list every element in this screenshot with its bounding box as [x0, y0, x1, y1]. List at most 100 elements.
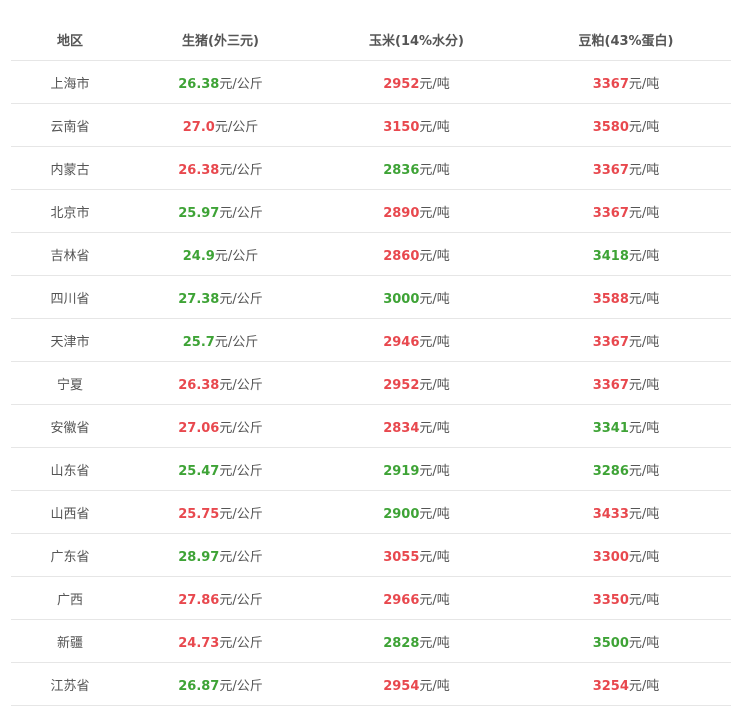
pig-price-cell: 25.97元/公斤: [129, 202, 312, 221]
corn-price-unit: 元/吨: [419, 76, 450, 92]
table-row: 广西 27.86元/公斤 2966元/吨 3350元/吨: [11, 577, 731, 620]
region-cell: 吉林省: [50, 248, 90, 264]
meal-price-value: 3367: [592, 377, 629, 393]
meal-price-unit: 元/吨: [628, 119, 660, 135]
corn-price-cell: 2828元/吨: [312, 632, 521, 651]
meal-price-unit: 元/吨: [628, 248, 660, 264]
pig-price-cell: 25.47元/公斤: [129, 460, 312, 479]
table-row: 天津市 25.7元/公斤 2946元/吨 3367元/吨: [11, 319, 731, 362]
table-row: 山西省 25.75元/公斤 2900元/吨 3433元/吨: [11, 491, 731, 534]
pig-price-cell: 26.38元/公斤: [129, 73, 312, 92]
corn-price-unit: 元/吨: [419, 162, 450, 178]
region-cell: 四川省: [50, 291, 90, 307]
corn-price-value: 2834: [383, 420, 420, 436]
pig-price-unit: 元/公斤: [219, 592, 263, 608]
meal-price-value: 3418: [592, 248, 629, 264]
meal-price-unit: 元/吨: [628, 678, 660, 694]
meal-price-unit: 元/吨: [628, 463, 660, 479]
pig-price-value: 26.38: [178, 377, 220, 393]
corn-price-cell: 3055元/吨: [312, 546, 521, 565]
region-cell: 天津市: [50, 334, 90, 350]
pig-price-cell: 27.38元/公斤: [129, 288, 312, 307]
meal-price-unit: 元/吨: [628, 162, 660, 178]
pig-price-unit: 元/公斤: [219, 463, 263, 479]
header-corn: 玉米(14%水分): [369, 33, 464, 49]
table-body: 上海市 26.38元/公斤 2952元/吨 3367元/吨 云南省 27.0元/公斤 315…: [11, 61, 731, 706]
pig-price-value: 27.86: [178, 592, 220, 608]
corn-price-cell: 2954元/吨: [312, 675, 521, 694]
corn-price-value: 2900: [383, 506, 420, 522]
pig-price-unit: 元/公斤: [219, 549, 263, 565]
pig-price-cell: 26.38元/公斤: [129, 374, 312, 393]
pig-price-cell: 25.7元/公斤: [129, 331, 312, 350]
pig-price-unit: 元/公斤: [214, 334, 259, 350]
pig-price-value: 28.97: [178, 549, 220, 565]
table-row: 新疆 24.73元/公斤 2828元/吨 3500元/吨: [11, 620, 731, 663]
meal-price-value: 3300: [592, 549, 629, 565]
pig-price-cell: 27.86元/公斤: [129, 589, 312, 608]
meal-price-unit: 元/吨: [628, 549, 660, 565]
region-cell: 内蒙古: [50, 162, 90, 178]
corn-price-value: 2890: [383, 205, 420, 221]
meal-price-cell: 3286元/吨: [521, 460, 731, 479]
corn-price-unit: 元/吨: [419, 291, 450, 307]
table-row: 安徽省 27.06元/公斤 2834元/吨 3341元/吨: [11, 405, 731, 448]
corn-price-value: 2919: [383, 463, 420, 479]
table-row: 江苏省 26.87元/公斤 2954元/吨 3254元/吨: [11, 663, 731, 706]
region-cell: 新疆: [56, 635, 83, 651]
pig-price-value: 25.47: [178, 463, 220, 479]
corn-price-unit: 元/吨: [419, 678, 450, 694]
corn-price-cell: 2836元/吨: [312, 159, 521, 178]
meal-price-cell: 3341元/吨: [521, 417, 731, 436]
table-row: 四川省 27.38元/公斤 3000元/吨 3588元/吨: [11, 276, 731, 319]
corn-price-unit: 元/吨: [419, 334, 450, 350]
region-cell: 山东省: [50, 463, 90, 479]
region-cell: 北京市: [50, 205, 90, 221]
table-row: 宁夏 26.38元/公斤 2952元/吨 3367元/吨: [11, 362, 731, 405]
region-cell: 上海市: [50, 76, 90, 92]
header-region: 地区: [56, 33, 83, 49]
pig-price-value: 24.73: [178, 635, 220, 651]
table-row: 北京市 25.97元/公斤 2890 元/吨 3367元/吨: [11, 190, 731, 233]
pig-price-unit: 元/公斤: [214, 119, 259, 135]
corn-price-value: 2952: [383, 377, 420, 393]
pig-price-unit: 元/公斤: [219, 76, 263, 92]
table-row: 云南省 27.0元/公斤 3150元/吨 3580元/吨: [11, 104, 731, 147]
meal-price-value: 3433: [592, 506, 629, 522]
region-cell: 安徽省: [50, 420, 90, 436]
meal-price-cell: 3433元/吨: [521, 503, 731, 522]
table-header: 地区 生猪(外三元) 玉米(14%水分) 豆粕(43%蛋白): [11, 18, 731, 61]
corn-price-value: 2828: [383, 635, 420, 651]
pig-price-value: 24.9: [182, 248, 215, 264]
table-row: 吉林省 24.9元/公斤 2860 元/吨 3418元/吨: [11, 233, 731, 276]
pig-price-cell: 26.38元/公斤: [129, 159, 312, 178]
header-pig: 生猪(外三元): [182, 33, 259, 49]
corn-price-value: 3150: [383, 119, 420, 135]
meal-price-cell: 3367元/吨: [521, 159, 731, 178]
meal-price-value: 3367: [592, 76, 629, 92]
corn-price-value: 2860: [383, 248, 420, 264]
meal-price-cell: 3580元/吨: [521, 116, 731, 135]
meal-price-unit: 元/吨: [628, 334, 660, 350]
corn-price-cell: 3150元/吨: [312, 116, 521, 135]
meal-price-cell: 3367元/吨: [521, 202, 731, 221]
region-cell: 山西省: [50, 506, 90, 522]
meal-price-cell: 3418元/吨: [521, 245, 731, 264]
table-row: 内蒙古 26.38元/公斤 2836元/吨 3367元/吨: [11, 147, 731, 190]
meal-price-value: 3367: [592, 334, 629, 350]
corn-price-value: 3055: [383, 549, 420, 565]
corn-price-unit: 元/吨: [419, 420, 450, 436]
meal-price-value: 3367: [592, 162, 629, 178]
pig-price-value: 27.06: [178, 420, 220, 436]
table-row: 上海市 26.38元/公斤 2952元/吨 3367元/吨: [11, 61, 731, 104]
meal-price-value: 3350: [592, 592, 629, 608]
meal-price-unit: 元/吨: [628, 205, 660, 221]
meal-price-cell: 3350元/吨: [521, 589, 731, 608]
pig-price-cell: 24.9元/公斤: [129, 245, 312, 264]
corn-price-cell: 2952元/吨: [312, 374, 521, 393]
region-cell: 江苏省: [50, 678, 90, 694]
meal-price-value: 3500: [592, 635, 629, 651]
corn-price-cell: 2834元/吨: [312, 417, 521, 436]
corn-price-unit: 元/吨: [419, 592, 450, 608]
meal-price-value: 3367: [592, 205, 629, 221]
